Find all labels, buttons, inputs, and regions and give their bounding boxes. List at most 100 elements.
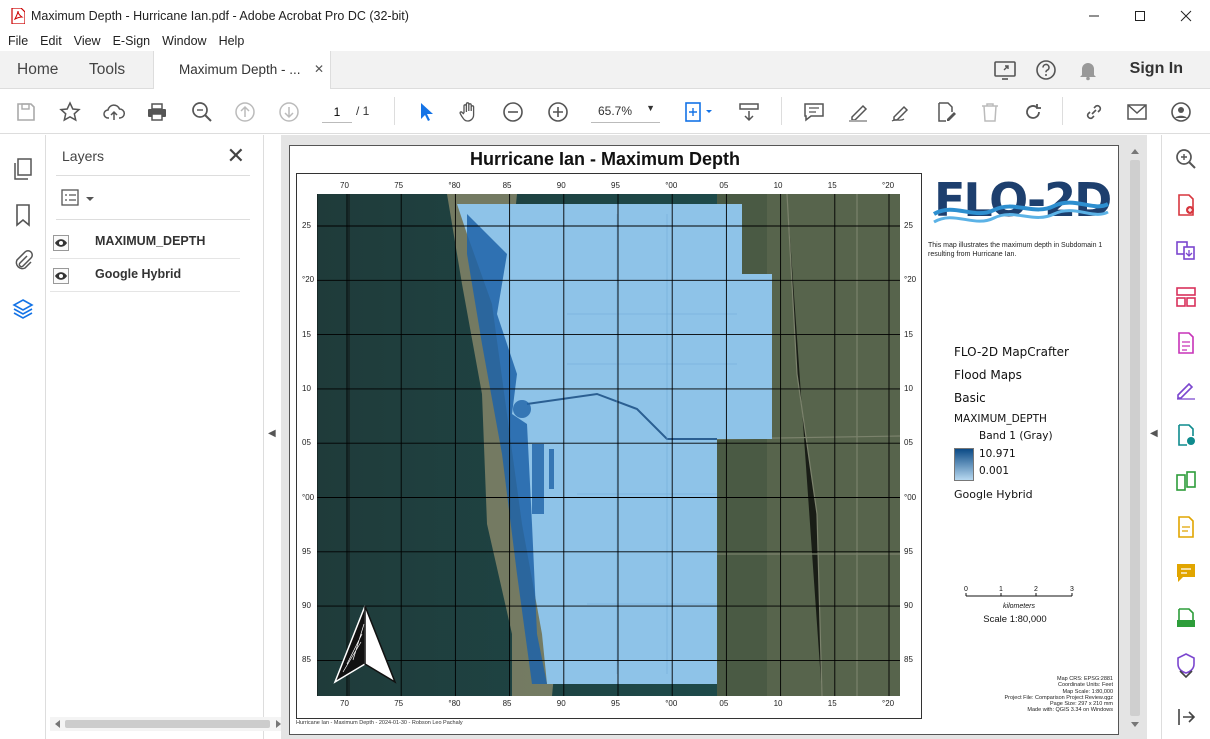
fill-sign-icon[interactable] — [1174, 377, 1198, 401]
layer-item-google-hybrid[interactable]: Google Hybrid — [50, 260, 240, 292]
close-tab-icon[interactable]: ✕ — [314, 62, 324, 76]
help-icon[interactable] — [1035, 59, 1057, 81]
export-pdf-icon[interactable] — [1174, 331, 1198, 355]
minimize-icon — [1089, 15, 1099, 16]
longitude-tick-top: 85 — [502, 181, 512, 190]
longitude-tick-bottom: °20 — [882, 699, 895, 708]
print-button[interactable] — [144, 99, 170, 125]
send-for-signature-icon[interactable] — [1174, 423, 1198, 447]
layers-panel: Layers ✕ MAXIMUM_DEPTH Google Hybrid — [46, 135, 303, 739]
scale-label: Scale 1:80,000 — [983, 614, 1047, 625]
arrow-up-circle-icon — [235, 102, 255, 122]
tab-document[interactable]: Maximum Depth - ... ✕ — [153, 51, 331, 89]
zoom-level-dropdown[interactable]: 65.7% ▼ — [591, 101, 660, 123]
minimize-button[interactable] — [1071, 0, 1117, 31]
upload-button[interactable] — [101, 99, 127, 125]
organize-pages-icon[interactable] — [1174, 285, 1198, 309]
chevron-down-icon[interactable] — [1174, 667, 1198, 681]
highlight-button[interactable] — [845, 99, 871, 125]
menu-window[interactable]: Window — [162, 34, 206, 48]
minus-circle-icon — [503, 102, 523, 122]
page-number-input[interactable] — [322, 101, 352, 123]
rotate-button[interactable] — [1020, 99, 1046, 125]
longitude-tick-bottom: 10 — [773, 699, 783, 708]
scale-unit: kilometers — [1003, 603, 1035, 610]
fit-page-button[interactable] — [681, 99, 715, 125]
comment-tool-icon[interactable] — [1174, 561, 1198, 585]
zoom-search-icon[interactable] — [1174, 147, 1198, 171]
scroll-mode-button[interactable] — [736, 99, 762, 125]
save-button[interactable] — [13, 99, 39, 125]
edit-pdf-button[interactable] — [933, 99, 959, 125]
draw-button[interactable] — [888, 99, 914, 125]
longitude-tick-top: °00 — [665, 181, 678, 190]
arrow-down-circle-icon — [279, 102, 299, 122]
menu-file[interactable]: File — [8, 34, 28, 48]
legend-line-2: Flood Maps — [954, 368, 1022, 382]
collapse-left-panel-icon[interactable]: ◀ — [268, 428, 276, 439]
longitude-tick-top: 75 — [394, 181, 404, 190]
layer-item-maximum-depth[interactable]: MAXIMUM_DEPTH — [50, 227, 240, 259]
pdf-page: Hurricane Ian - Maximum Depth 70 70 75 75 °8… — [289, 145, 1119, 735]
print-production-icon[interactable] — [1174, 607, 1198, 631]
toolbar-divider — [1062, 97, 1063, 125]
create-pdf-icon[interactable] — [1174, 193, 1198, 217]
collapse-right-panel-icon[interactable]: ◀ — [1150, 428, 1158, 439]
zoom-out-button[interactable] — [500, 99, 526, 125]
notifications-bell-icon[interactable] — [1077, 59, 1099, 81]
panel-divider — [56, 175, 250, 176]
visibility-eye-icon[interactable] — [53, 268, 69, 284]
share-link-button[interactable] — [1081, 99, 1107, 125]
page-thumbnails-icon[interactable] — [11, 157, 35, 181]
metadata-line: Made with: QGIS 3.34 on Windows — [1027, 707, 1113, 714]
layer-label: MAXIMUM_DEPTH — [95, 234, 206, 248]
menu-esign[interactable]: E-Sign — [113, 34, 151, 48]
email-button[interactable] — [1124, 99, 1150, 125]
close-window-button[interactable] — [1163, 0, 1209, 31]
legend-basemap: Google Hybrid — [954, 488, 1033, 501]
menu-view[interactable]: View — [74, 34, 101, 48]
layer-options-icon[interactable] — [60, 187, 100, 209]
share-user-button[interactable] — [1168, 99, 1194, 125]
layers-icon[interactable] — [11, 297, 35, 321]
scan-ocr-icon[interactable] — [1174, 515, 1198, 539]
share-screen-icon[interactable] — [993, 59, 1017, 81]
sign-in-button[interactable]: Sign In — [1130, 60, 1183, 78]
latitude-tick-left: 05 — [302, 438, 311, 448]
menu-edit[interactable]: Edit — [40, 34, 62, 48]
hand-tool-button[interactable] — [456, 99, 482, 125]
bookmark-star-button[interactable] — [57, 99, 83, 125]
menu-bar: File Edit View E-Sign Window Help — [0, 31, 1210, 51]
bookmarks-icon[interactable] — [11, 203, 35, 227]
document-vertical-scrollbar[interactable] — [1127, 140, 1143, 736]
panel-horizontal-scrollbar[interactable] — [50, 717, 286, 731]
longitude-tick-top: 90 — [556, 181, 566, 190]
latitude-tick-right: 85 — [904, 655, 913, 665]
menu-help[interactable]: Help — [219, 34, 245, 48]
maximize-button[interactable] — [1117, 0, 1163, 31]
close-panel-icon[interactable]: ✕ — [227, 143, 245, 169]
previous-page-button[interactable] — [232, 99, 258, 125]
tab-home[interactable]: Home — [17, 51, 58, 89]
attachments-paperclip-icon[interactable] — [11, 249, 35, 273]
zoom-in-button[interactable] — [545, 99, 571, 125]
visibility-eye-icon[interactable] — [53, 235, 69, 251]
latitude-tick-left: 15 — [302, 329, 311, 339]
longitude-tick-top: °20 — [882, 181, 895, 190]
latitude-tick-left: °20 — [302, 275, 315, 285]
tab-tools[interactable]: Tools — [89, 51, 125, 89]
combine-files-icon[interactable] — [1174, 239, 1198, 263]
compare-files-icon[interactable] — [1174, 469, 1198, 493]
collapse-pane-icon[interactable] — [1174, 705, 1198, 729]
select-tool-button[interactable] — [413, 99, 439, 125]
find-button[interactable] — [189, 99, 215, 125]
star-icon — [59, 101, 81, 122]
envelope-icon — [1127, 104, 1147, 120]
longitude-tick-bottom: 85 — [502, 699, 512, 708]
title-bar: Maximum Depth - Hurricane Ian.pdf - Adob… — [0, 0, 1210, 31]
next-page-button[interactable] — [276, 99, 302, 125]
comment-button[interactable] — [801, 99, 827, 125]
scale-tick-3: 3 — [1070, 586, 1074, 593]
delete-button[interactable] — [977, 99, 1003, 125]
flood-map-image — [317, 194, 900, 696]
